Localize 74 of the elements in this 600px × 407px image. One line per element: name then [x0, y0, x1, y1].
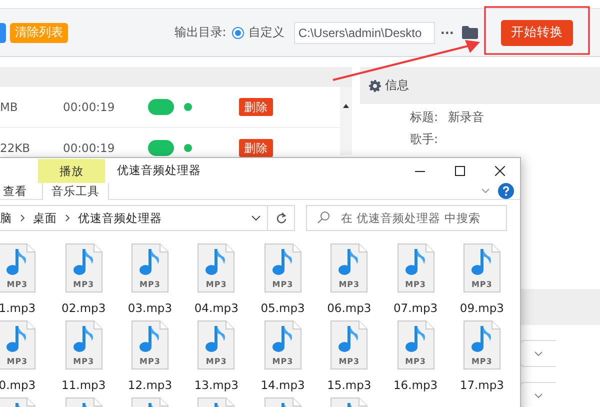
address-bar[interactable]: 脑 桌面 优速音频处理器 — [0, 205, 268, 231]
file-name[interactable]: 02.mp3 — [62, 301, 106, 315]
toolbar-button-edge[interactable] — [0, 22, 6, 42]
output-dir-label: 输出目录: — [174, 24, 226, 41]
mp3-file-icon[interactable]: MP3 — [396, 243, 435, 293]
mp3-file-icon[interactable]: MP3 — [64, 243, 103, 293]
file-name[interactable]: 0.mp3 — [0, 378, 36, 392]
maximize-icon[interactable] — [455, 166, 465, 176]
file-size: 22KB — [0, 141, 32, 155]
file-size: MB — [0, 100, 19, 114]
mp3-file-icon[interactable]: MP3 — [462, 320, 501, 370]
field-value: 新录音 — [448, 109, 484, 126]
radio-button[interactable] — [232, 26, 244, 38]
breadcrumb-item[interactable]: 优速音频处理器 — [78, 210, 162, 226]
duration: 00:00:19 — [63, 100, 116, 114]
info-title: 信息 — [385, 77, 409, 94]
close-icon[interactable] — [495, 166, 505, 176]
breadcrumb-item[interactable]: 脑 — [0, 210, 12, 226]
chevron-right-icon — [65, 214, 70, 222]
mp3-file-icon[interactable]: MP3 — [264, 243, 302, 293]
mp3-file-icon[interactable]: MP3 — [330, 320, 368, 370]
delete-button[interactable]: 删除 — [239, 139, 273, 157]
scrollbar[interactable] — [340, 87, 352, 155]
mp3-file-icon[interactable]: MP3 — [197, 320, 236, 370]
file-name[interactable]: 1.mp3 — [0, 301, 36, 315]
file-name[interactable]: 05.mp3 — [260, 301, 305, 315]
ribbon-tab[interactable]: 音乐工具 — [42, 183, 109, 200]
file-name[interactable]: 12.mp3 — [128, 378, 172, 392]
mp3-file-icon[interactable]: MP3 — [197, 243, 236, 293]
breadcrumb-item[interactable]: 桌面 — [33, 210, 57, 226]
delete-button[interactable]: 删除 — [239, 98, 273, 116]
mp3-file-icon[interactable]: MP3 — [264, 320, 302, 370]
more-button[interactable]: ··· — [440, 26, 454, 40]
file-name[interactable]: 03.mp3 — [128, 301, 172, 315]
toggle-switch[interactable] — [148, 99, 174, 115]
file-name[interactable]: 11.mp3 — [62, 378, 106, 392]
file-name[interactable]: 09.mp3 — [460, 301, 504, 315]
chevron-down-icon — [534, 392, 543, 398]
mp3-file-icon[interactable]: MP3 — [130, 320, 169, 370]
folder-icon[interactable] — [462, 26, 478, 39]
chevron-down-icon[interactable] — [251, 215, 261, 221]
file-name[interactable]: 16.mp3 — [393, 378, 438, 392]
start-convert-button[interactable]: 开始转换 — [501, 20, 573, 46]
file-name[interactable]: 17.mp3 — [460, 378, 504, 392]
chevron-right-icon — [20, 214, 25, 222]
scroll-up-icon[interactable] — [343, 104, 349, 108]
file-name[interactable]: 14.mp3 — [260, 378, 305, 392]
mp3-file-icon[interactable]: MP3 — [462, 243, 501, 293]
help-icon[interactable] — [498, 183, 514, 199]
field-label: 歌手: — [410, 131, 438, 148]
mp3-file-icon[interactable]: MP3 — [330, 243, 368, 293]
file-name[interactable]: 13.mp3 — [194, 378, 238, 392]
toggle-switch[interactable] — [148, 140, 174, 156]
file-name[interactable]: 07.mp3 — [393, 301, 438, 315]
duration: 00:00:19 — [63, 141, 116, 155]
mp3-file-icon[interactable]: MP3 — [130, 243, 169, 293]
chevron-down-icon — [534, 350, 543, 356]
settings-icon — [369, 80, 381, 92]
mp3-file-icon[interactable]: MP3 — [0, 243, 36, 293]
context-tab[interactable]: 播放 — [38, 159, 105, 183]
refresh-button[interactable] — [268, 205, 295, 231]
search-field[interactable]: 在 优速音频处理器 中搜索 — [306, 205, 507, 231]
window-title: 优速音频处理器 — [117, 163, 201, 178]
mp3-file-icon[interactable]: MP3 — [396, 320, 435, 370]
field-label: 标题: — [410, 109, 438, 126]
search-icon — [317, 211, 330, 224]
mp3-file-icon[interactable]: MP3 — [64, 320, 103, 370]
file-name[interactable]: 04.mp3 — [194, 301, 238, 315]
file-name[interactable]: 15.mp3 — [327, 378, 372, 392]
output-path-field[interactable]: C:\Users\admin\Deskto — [294, 22, 436, 44]
radio-label: 自定义 — [248, 24, 284, 41]
mp3-file-icon[interactable]: MP3 — [0, 320, 36, 370]
file-name[interactable]: 06.mp3 — [327, 301, 372, 315]
refresh-icon — [276, 212, 286, 224]
